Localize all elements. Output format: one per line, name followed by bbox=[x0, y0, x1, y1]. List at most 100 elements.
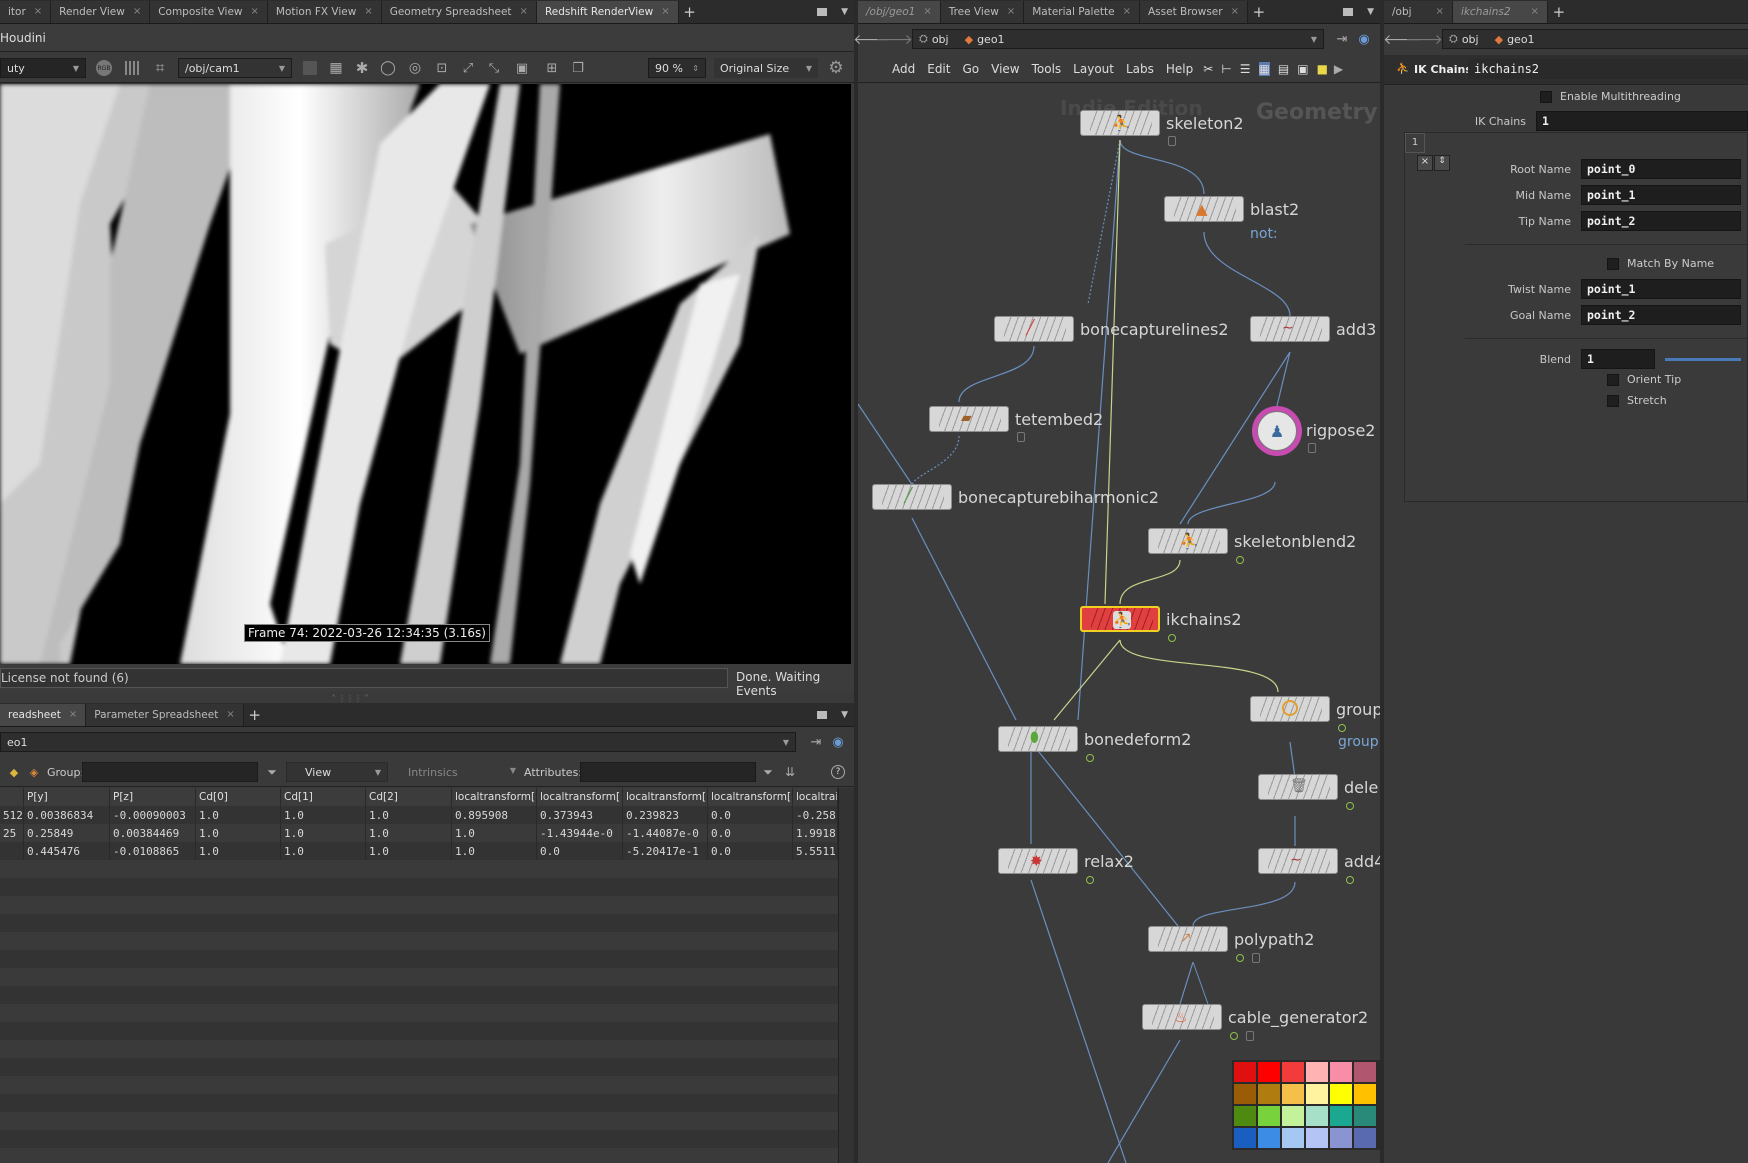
tab-geometry-spreadsheet[interactable]: Geometry Spreadsheet × bbox=[381, 0, 537, 23]
rgb-icon[interactable]: RGB bbox=[94, 58, 114, 78]
twist-name-field[interactable]: point_1 bbox=[1581, 279, 1741, 299]
column-header[interactable] bbox=[0, 788, 24, 806]
palette-swatch[interactable] bbox=[1282, 1062, 1304, 1082]
node-delete[interactable]: 🗑 bbox=[1258, 774, 1338, 800]
close-icon[interactable]: × bbox=[1123, 6, 1131, 17]
close-icon[interactable]: × bbox=[69, 709, 77, 720]
blend-field[interactable]: 1 bbox=[1581, 349, 1655, 369]
palette-swatch[interactable] bbox=[1330, 1084, 1352, 1104]
palette-swatch[interactable] bbox=[1234, 1128, 1256, 1148]
palette-swatch[interactable] bbox=[1282, 1084, 1304, 1104]
group-input[interactable] bbox=[82, 762, 258, 782]
network-canvas[interactable]: Indie Edition Geometry ⛹ skeleton2 ▲ bla… bbox=[858, 84, 1380, 1163]
column-header[interactable]: localtransform[ bbox=[537, 788, 623, 806]
palette-swatch[interactable] bbox=[1330, 1062, 1352, 1082]
tab-tree-view[interactable]: Tree View × bbox=[940, 0, 1025, 23]
menu-tools[interactable]: Tools bbox=[1032, 62, 1062, 76]
chevron-down-icon[interactable]: ▼ bbox=[841, 7, 848, 17]
node-blast2[interactable]: ▲ bbox=[1164, 196, 1244, 222]
copy-icon[interactable]: ❐ bbox=[568, 58, 588, 78]
wrench-icon[interactable]: ✂ bbox=[1203, 62, 1213, 76]
link-icon[interactable]: ◉ bbox=[828, 732, 848, 752]
palette-swatch[interactable] bbox=[1306, 1084, 1328, 1104]
close-icon[interactable]: × bbox=[661, 6, 669, 17]
node-group[interactable] bbox=[1250, 696, 1330, 722]
node-bonecapturelines2[interactable]: ╱ bbox=[994, 316, 1074, 342]
pane-menu-icon[interactable] bbox=[817, 710, 828, 719]
lock-region-icon[interactable] bbox=[300, 58, 320, 78]
node-ikchains2[interactable]: ⛹ bbox=[1080, 606, 1160, 632]
node-name-input[interactable]: ikchains2 bbox=[1468, 59, 1748, 79]
play-icon[interactable]: ▶ bbox=[1334, 62, 1343, 76]
palette-swatch[interactable] bbox=[1258, 1084, 1280, 1104]
goal-name-field[interactable]: point_2 bbox=[1581, 305, 1741, 325]
menu-labs[interactable]: Labs bbox=[1126, 62, 1154, 76]
menu-layout[interactable]: Layout bbox=[1073, 62, 1114, 76]
close-icon[interactable]: × bbox=[520, 6, 528, 17]
close-icon[interactable]: × bbox=[251, 6, 259, 17]
node-cable-generator2[interactable]: ♨ bbox=[1142, 1004, 1222, 1030]
column-header[interactable]: localtransform[ bbox=[623, 788, 708, 806]
menu-add[interactable]: Add bbox=[892, 62, 915, 76]
tab-redshift-renderview[interactable]: Redshift RenderView × bbox=[536, 0, 679, 23]
params-path[interactable]: ⛭ obj ◆ geo1 bbox=[1442, 29, 1748, 49]
expand-icon[interactable]: ⤡ bbox=[484, 58, 504, 78]
menu-help[interactable]: Help bbox=[1166, 62, 1193, 76]
root-name-field[interactable]: point_0 bbox=[1581, 159, 1741, 179]
multiparm-tab[interactable]: 1 bbox=[1405, 133, 1425, 153]
blend-slider[interactable] bbox=[1665, 357, 1741, 361]
add-snapshot-icon[interactable]: ⊞ bbox=[542, 58, 562, 78]
menu-go[interactable]: Go bbox=[962, 62, 979, 76]
mid-name-field[interactable]: point_1 bbox=[1581, 185, 1741, 205]
node-bonecapturebiharmonic2[interactable]: ╱ bbox=[872, 484, 952, 510]
tab-ikchains2[interactable]: ikchains2 × bbox=[1452, 0, 1548, 23]
view-select[interactable]: View ▼ bbox=[286, 762, 388, 782]
table-row[interactable]: 25 0.25849 0.00384469 1.0 1.0 1.0 1.0 -1.43944e… bbox=[0, 824, 838, 842]
match-by-name-checkbox[interactable] bbox=[1607, 257, 1619, 270]
node-skeleton2[interactable]: ⛹ bbox=[1080, 110, 1160, 136]
column-header[interactable]: Cd[1] bbox=[281, 788, 366, 806]
tab-asset-browser[interactable]: Asset Browser × bbox=[1139, 0, 1248, 23]
palette-swatch[interactable] bbox=[1306, 1106, 1328, 1126]
palette-swatch[interactable] bbox=[1258, 1128, 1280, 1148]
network-path[interactable]: ⛭ obj ◆ geo1 ▼ bbox=[912, 29, 1324, 49]
pane-menu-icon[interactable] bbox=[1343, 7, 1354, 16]
column-header[interactable]: Cd[0] bbox=[196, 788, 281, 806]
palette-swatch[interactable] bbox=[1354, 1062, 1376, 1082]
palette-swatch[interactable] bbox=[1282, 1128, 1304, 1148]
splitter-handle[interactable]: ˄ ⋮⋮⋮ ˅ bbox=[320, 694, 380, 703]
menu-edit[interactable]: Edit bbox=[927, 62, 950, 76]
tab-composite-view[interactable]: Composite View × bbox=[150, 0, 268, 23]
help-icon[interactable]: ? bbox=[828, 762, 848, 782]
filter-icon[interactable]: ⏷ bbox=[758, 762, 778, 782]
close-icon[interactable]: × bbox=[923, 6, 931, 17]
sort-icon[interactable]: ⇊ bbox=[780, 762, 800, 782]
palette-swatch[interactable] bbox=[1306, 1062, 1328, 1082]
tab-obj-geo1[interactable]: /obj/geo1 × bbox=[858, 0, 941, 23]
close-icon[interactable]: × bbox=[1007, 6, 1015, 17]
column-header[interactable]: Cd[2] bbox=[366, 788, 452, 806]
target-icon[interactable]: ◎ bbox=[405, 58, 425, 78]
table-row[interactable]: 512 0.00386834 -0.00090003 1.0 1.0 1.0 0.89590… bbox=[0, 806, 838, 824]
close-icon[interactable]: × bbox=[364, 6, 372, 17]
snowflake-icon[interactable]: ✱ bbox=[352, 58, 372, 78]
add-tab-icon[interactable]: + bbox=[1548, 3, 1570, 21]
stretch-checkbox[interactable] bbox=[1607, 394, 1619, 407]
node-relax2[interactable]: ✸ bbox=[998, 848, 1078, 874]
palette-swatch[interactable] bbox=[1258, 1106, 1280, 1126]
palette-swatch[interactable] bbox=[1330, 1106, 1352, 1126]
ik-chains-count[interactable]: 1 bbox=[1536, 111, 1748, 131]
attributes-input[interactable] bbox=[580, 762, 756, 782]
orient-tip-checkbox[interactable] bbox=[1607, 373, 1619, 386]
list-icon[interactable]: ☰ bbox=[1240, 62, 1251, 76]
grid-icon[interactable] bbox=[122, 58, 142, 78]
palette-swatch[interactable] bbox=[1282, 1106, 1304, 1126]
column-header[interactable]: localtransform[ bbox=[452, 788, 537, 806]
remove-instance-icon[interactable]: × bbox=[1417, 155, 1433, 171]
point-mode-icon[interactable]: ◆ bbox=[4, 762, 24, 782]
grid-view-icon[interactable]: ▦ bbox=[1258, 61, 1270, 76]
pane-menu-icon[interactable] bbox=[817, 7, 828, 16]
focus-icon[interactable]: ⊡ bbox=[432, 58, 452, 78]
tab-material-palette[interactable]: Material Palette × bbox=[1024, 0, 1140, 23]
palette-swatch[interactable] bbox=[1234, 1062, 1256, 1082]
